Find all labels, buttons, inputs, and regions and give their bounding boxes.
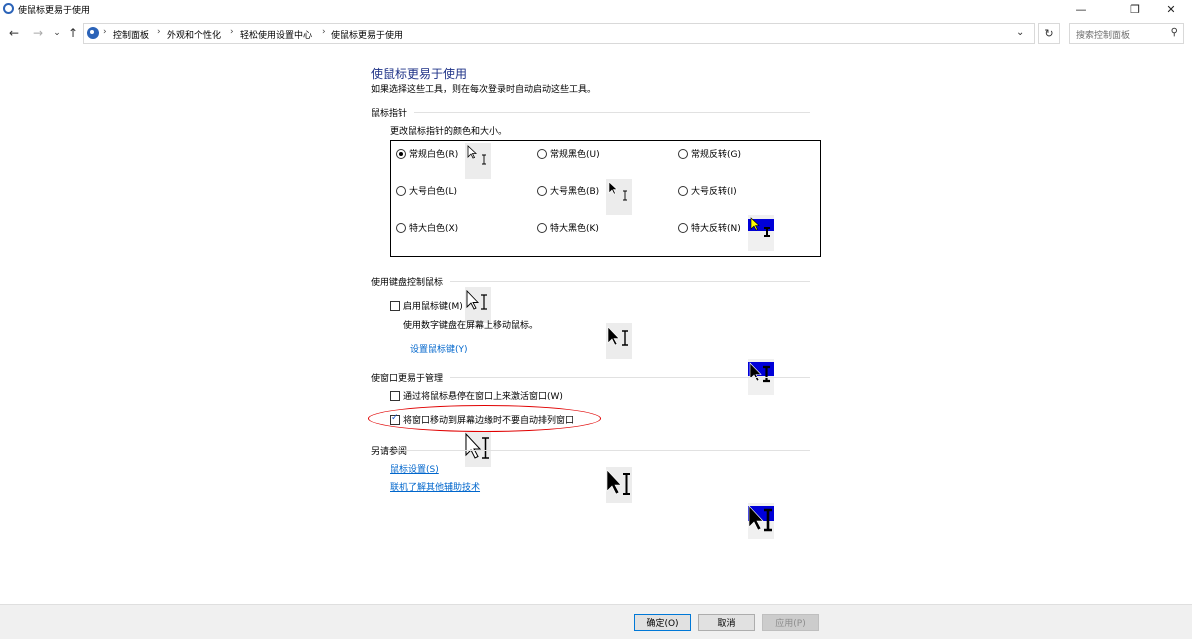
refresh-icon[interactable]: ↻ xyxy=(1038,23,1060,44)
scheme-regular-white[interactable]: 常规白色(R) xyxy=(396,147,458,160)
recent-locations-icon[interactable]: ⌄ xyxy=(50,25,64,41)
extra-large-white-cursor-icon xyxy=(465,431,491,467)
radio-button[interactable] xyxy=(678,185,688,196)
scheme-regular-inverted[interactable]: 常规反转(G) xyxy=(678,147,741,160)
search-placeholder: 搜索控制面板 xyxy=(1076,31,1131,41)
radio-button[interactable] xyxy=(396,222,406,233)
title-bar: 使鼠标更易于使用 — ❐ ✕ xyxy=(0,0,1192,18)
scheme-label: 大号反转(I) xyxy=(691,187,737,197)
assistive-tech-link[interactable]: 联机了解其他辅助技术 xyxy=(390,480,480,493)
breadcrumb-ease-of-access[interactable]: 轻松使用设置中心 xyxy=(240,28,312,41)
scheme-label: 特大反转(N) xyxy=(691,224,741,234)
close-button[interactable]: ✕ xyxy=(1148,0,1192,18)
minimize-button[interactable]: — xyxy=(1058,0,1104,18)
back-arrow-icon[interactable]: ← xyxy=(7,25,21,41)
scheme-label: 常规白色(R) xyxy=(409,150,459,160)
scheme-large-white[interactable]: 大号白色(L) xyxy=(396,184,457,197)
section-divider xyxy=(394,450,810,451)
section-divider xyxy=(450,281,810,282)
mousekeys-description: 使用数字键盘在屏幕上移动鼠标。 xyxy=(403,321,539,331)
section-divider xyxy=(414,112,810,113)
address-bar[interactable]: › 控制面板 › 外观和个性化 › 轻松使用设置中心 › 使鼠标更易于使用 ⌄ xyxy=(83,23,1035,44)
breadcrumb-appearance[interactable]: 外观和个性化 xyxy=(167,28,221,41)
mousekeys-checkbox-row[interactable]: 启用鼠标键(M) xyxy=(390,299,463,312)
regular-inverted-cursor-icon xyxy=(748,215,774,251)
red-annotation-ellipse xyxy=(368,405,601,432)
control-panel-icon xyxy=(87,27,99,39)
dialog-footer: 确定(O) 取消 应用(P) xyxy=(0,604,1192,639)
forward-arrow-icon[interactable]: → xyxy=(31,25,45,41)
setup-mousekeys-link[interactable]: 设置鼠标键(Y) xyxy=(410,342,468,355)
extra-large-black-cursor-icon xyxy=(606,467,632,503)
hover-activate-checkbox-row[interactable]: 通过将鼠标悬停在窗口上来激活窗口(W) xyxy=(390,389,563,402)
regular-white-cursor-icon xyxy=(465,143,491,179)
scheme-label: 大号白色(L) xyxy=(409,187,458,197)
large-black-cursor-icon xyxy=(606,323,632,359)
breadcrumb-separator: › xyxy=(157,27,161,37)
navigation-bar: ← → ⌄ ↑ › 控制面板 › 外观和个性化 › 轻松使用设置中心 › 使鼠标… xyxy=(0,21,1192,45)
scheme-large-black[interactable]: 大号黑色(B) xyxy=(537,184,599,197)
section-divider xyxy=(450,377,810,378)
radio-button[interactable] xyxy=(396,148,406,159)
scheme-label: 特大白色(X) xyxy=(409,224,459,234)
scheme-large-inverted[interactable]: 大号反转(I) xyxy=(678,184,737,197)
cancel-button[interactable]: 取消 xyxy=(698,614,755,631)
scheme-label: 常规黑色(U) xyxy=(550,150,600,160)
scheme-regular-black[interactable]: 常规黑色(U) xyxy=(537,147,600,160)
scheme-extra-large-black[interactable]: 特大黑色(K) xyxy=(537,221,599,234)
breadcrumb-separator: › xyxy=(103,27,107,37)
breadcrumb-current-page[interactable]: 使鼠标更易于使用 xyxy=(331,28,403,41)
chevron-down-icon[interactable]: ⌄ xyxy=(1016,27,1024,38)
mousekeys-label: 启用鼠标键(M) xyxy=(403,302,463,312)
section-heading-pointer: 鼠标指针 xyxy=(371,109,408,119)
page-title: 使鼠标更易于使用 xyxy=(371,67,468,81)
radio-button[interactable] xyxy=(678,148,688,159)
section-heading-windows: 使窗口更易于管理 xyxy=(371,374,444,384)
scheme-label: 大号黑色(B) xyxy=(550,187,600,197)
mouse-settings-link[interactable]: 鼠标设置(S) xyxy=(390,462,439,475)
pointer-scheme-group: 常规白色(R) 常规黑色(U) 常规反转(G) 大号白色(L) 大号黑色(B) … xyxy=(390,140,821,539)
breadcrumb-separator: › xyxy=(230,27,234,37)
radio-button[interactable] xyxy=(678,222,688,233)
pointer-description: 更改鼠标指针的颜色和大小。 xyxy=(390,127,508,137)
radio-button[interactable] xyxy=(537,148,547,159)
scheme-label: 特大黑色(K) xyxy=(550,224,599,234)
ok-button[interactable]: 确定(O) xyxy=(634,614,691,631)
apply-button[interactable]: 应用(P) xyxy=(762,614,819,631)
mousekeys-checkbox[interactable] xyxy=(390,300,400,311)
breadcrumb-control-panel[interactable]: 控制面板 xyxy=(113,28,149,41)
hover-activate-checkbox[interactable] xyxy=(390,390,400,401)
search-input[interactable]: 搜索控制面板 ⚲ xyxy=(1069,23,1184,44)
radio-button[interactable] xyxy=(537,222,547,233)
radio-button[interactable] xyxy=(537,185,547,196)
regular-black-cursor-icon xyxy=(606,179,632,215)
section-heading-keyboard: 使用键盘控制鼠标 xyxy=(371,278,444,288)
page-subtitle: 如果选择这些工具，则在每次登录时自动启动这些工具。 xyxy=(371,85,597,95)
app-icon xyxy=(3,3,14,14)
up-arrow-icon[interactable]: ↑ xyxy=(66,25,80,41)
scheme-label: 常规反转(G) xyxy=(691,150,741,160)
scheme-extra-large-inverted[interactable]: 特大反转(N) xyxy=(678,221,741,234)
window-title: 使鼠标更易于使用 xyxy=(18,6,91,16)
extra-large-inverted-cursor-icon xyxy=(748,503,774,539)
hover-activate-label: 通过将鼠标悬停在窗口上来激活窗口(W) xyxy=(403,392,563,402)
scheme-extra-large-white[interactable]: 特大白色(X) xyxy=(396,221,458,234)
breadcrumb-separator: › xyxy=(322,27,326,37)
search-icon[interactable]: ⚲ xyxy=(1171,27,1178,38)
radio-button[interactable] xyxy=(396,185,406,196)
